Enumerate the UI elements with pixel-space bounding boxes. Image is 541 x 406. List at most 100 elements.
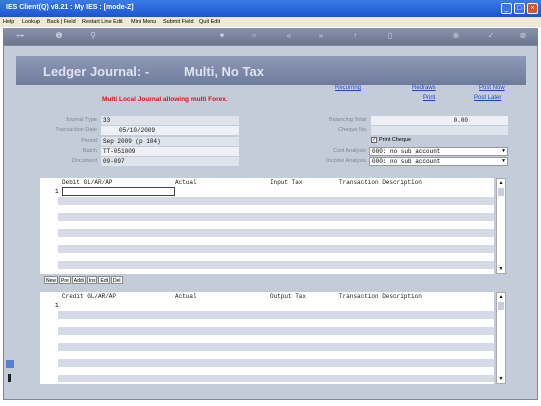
search-icon[interactable]: ⚲ xyxy=(87,31,99,40)
document-field[interactable]: 09-097 xyxy=(101,157,239,166)
scroll-down-icon[interactable]: ▼ xyxy=(497,375,505,383)
maximize-button[interactable]: □ xyxy=(514,3,525,14)
cheque-no-label: Cheque No xyxy=(338,127,366,133)
period-label: Period xyxy=(81,138,97,144)
credit-grid-header: Credit GL/AR/AP Actual Output Tax Transa… xyxy=(40,292,494,300)
table-row[interactable] xyxy=(58,311,494,319)
debit-col-input-tax: Input Tax xyxy=(270,179,303,186)
credit-col-output-tax: Output Tax xyxy=(270,293,307,300)
debit-col-account: Debit GL/AR/AP xyxy=(62,179,113,186)
table-row[interactable] xyxy=(58,343,494,351)
toolbar: ⊶ ❶ ⚲ ♥ ○ « » ↑ ▯ ⊕ ✓ ⊗ xyxy=(3,28,538,45)
scroll-thumb[interactable] xyxy=(498,188,504,196)
table-row[interactable] xyxy=(58,261,494,269)
income-analysis-value: 000: no sub account xyxy=(372,158,441,165)
cheque-no-field[interactable] xyxy=(371,126,508,135)
scroll-up-icon[interactable]: ▲ xyxy=(497,293,505,301)
forward-icon[interactable]: » xyxy=(315,31,327,40)
credit-col-description: Transaction Description xyxy=(339,293,422,300)
del-button[interactable]: Del xyxy=(111,276,123,284)
app-icon[interactable] xyxy=(6,360,14,368)
trash-icon[interactable]: ▯ xyxy=(384,31,396,40)
minimize-button[interactable]: _ xyxy=(501,3,512,14)
journal-type-label: Journal Type xyxy=(65,117,97,123)
banner-subtitle: Multi, No Tax xyxy=(184,64,264,79)
close-window-button[interactable]: × xyxy=(527,3,538,14)
batch-field[interactable]: TT-051009 xyxy=(101,147,239,156)
credit-grid: Credit GL/AR/AP Actual Output Tax Transa… xyxy=(40,292,494,384)
window-title: IES Client(Q) v8.21 : My IES : [mode-Z] xyxy=(6,4,134,11)
menu-quit-edit[interactable]: Quit Edit xyxy=(199,19,220,25)
debit-scrollbar[interactable]: ▲ ▼ xyxy=(496,178,506,274)
period-field[interactable]: Sep 2009 (p 104) xyxy=(101,137,239,146)
print-cheque-checkbox[interactable]: ✓ xyxy=(371,137,377,143)
menu-help[interactable]: Help xyxy=(3,19,14,25)
income-analysis-label: Income Analysis xyxy=(326,158,366,164)
rewind-icon[interactable]: « xyxy=(283,31,295,40)
circle-icon[interactable]: ○ xyxy=(248,31,260,40)
title-bar: IES Client(Q) v8.21 : My IES : [mode-Z] … xyxy=(0,0,541,17)
row-number: 1 xyxy=(55,188,59,195)
batch-label: Batch xyxy=(82,148,97,154)
table-row[interactable] xyxy=(58,197,494,205)
cost-analysis-label: Cost Analysis xyxy=(332,148,366,154)
scroll-down-icon[interactable]: ▼ xyxy=(497,265,505,273)
transaction-date-field[interactable]: 05/10/2009 xyxy=(101,126,239,135)
scroll-up-icon[interactable]: ▲ xyxy=(497,179,505,187)
balancing-total-label: Balancing Total xyxy=(328,117,366,123)
heart-icon[interactable]: ♥ xyxy=(216,31,228,40)
new-button[interactable]: New xyxy=(44,276,59,284)
close-icon[interactable]: ⊗ xyxy=(517,31,529,40)
row-number: 1 xyxy=(55,302,59,309)
ins-button[interactable]: Ins xyxy=(86,276,98,284)
edt-button[interactable]: Edt xyxy=(98,276,110,284)
debit-col-actual: Actual xyxy=(175,179,197,186)
banner-title: Ledger Journal: - xyxy=(43,64,150,79)
print-cheque-label: Print Cheque xyxy=(379,137,412,143)
side-indicator xyxy=(6,360,14,384)
debit-grid-header: Debit GL/AR/AP Actual Input Tax Transact… xyxy=(40,178,494,186)
credit-col-actual: Actual xyxy=(175,293,197,300)
menu-lookup[interactable]: Lookup xyxy=(22,19,40,25)
warning-text: Multi Local Journal allowing multi Forex… xyxy=(102,96,228,103)
menu-back-field[interactable]: Back | Field xyxy=(47,19,76,25)
balancing-total-field: 0.00 xyxy=(371,116,508,125)
table-row[interactable] xyxy=(58,229,494,237)
table-row[interactable] xyxy=(58,359,494,367)
credit-scrollbar[interactable]: ▲ ▼ xyxy=(496,292,506,384)
pre-button[interactable]: Pre xyxy=(59,276,71,284)
credit-col-account: Credit GL/AR/AP xyxy=(62,293,117,300)
plus-icon[interactable]: ⊕ xyxy=(450,31,462,40)
cost-analysis-select[interactable]: 000: no sub account ▼ xyxy=(369,147,508,156)
up-icon[interactable]: ↑ xyxy=(349,31,361,40)
menu-mini-menu[interactable]: Mini Menu xyxy=(131,19,156,25)
menu-restart-line-edit[interactable]: Restart Line Edit xyxy=(82,19,123,25)
table-row[interactable] xyxy=(58,375,494,382)
menu-submit-field[interactable]: Submit Field xyxy=(163,19,194,25)
debit-account-input[interactable] xyxy=(62,187,175,196)
chevron-down-icon: ▼ xyxy=(501,148,505,154)
addi-button[interactable]: Addi xyxy=(71,276,86,284)
cost-analysis-value: 000: no sub account xyxy=(372,148,441,155)
scroll-thumb[interactable] xyxy=(498,302,504,310)
print-link[interactable]: Print xyxy=(423,95,435,101)
transaction-date-label: Transaction Date xyxy=(55,127,97,133)
table-row[interactable] xyxy=(58,245,494,253)
grid-buttons: New Pre Addi Ins Edt Del xyxy=(44,276,124,284)
menu-bar: Help Lookup Back | Field Restart Line Ed… xyxy=(0,17,541,27)
info-icon[interactable]: ❶ xyxy=(53,31,65,40)
check-icon[interactable]: ✓ xyxy=(485,31,497,40)
debit-col-description: Transaction Description xyxy=(339,179,422,186)
key-icon[interactable]: ⊶ xyxy=(9,31,31,40)
post-now-link[interactable]: Post Now xyxy=(479,85,505,91)
table-row[interactable] xyxy=(58,213,494,221)
recurring-link[interactable]: Recurring xyxy=(335,85,361,91)
table-row[interactable] xyxy=(58,327,494,335)
post-later-link[interactable]: Post Later xyxy=(474,95,501,101)
income-analysis-select[interactable]: 000: no sub account ▼ xyxy=(369,157,508,166)
journal-type-field[interactable]: 33 xyxy=(101,116,239,125)
chevron-down-icon: ▼ xyxy=(501,158,505,164)
document-label: Document xyxy=(71,158,97,164)
info-icon[interactable] xyxy=(8,374,11,382)
redraws-link[interactable]: Redraws xyxy=(412,85,436,91)
